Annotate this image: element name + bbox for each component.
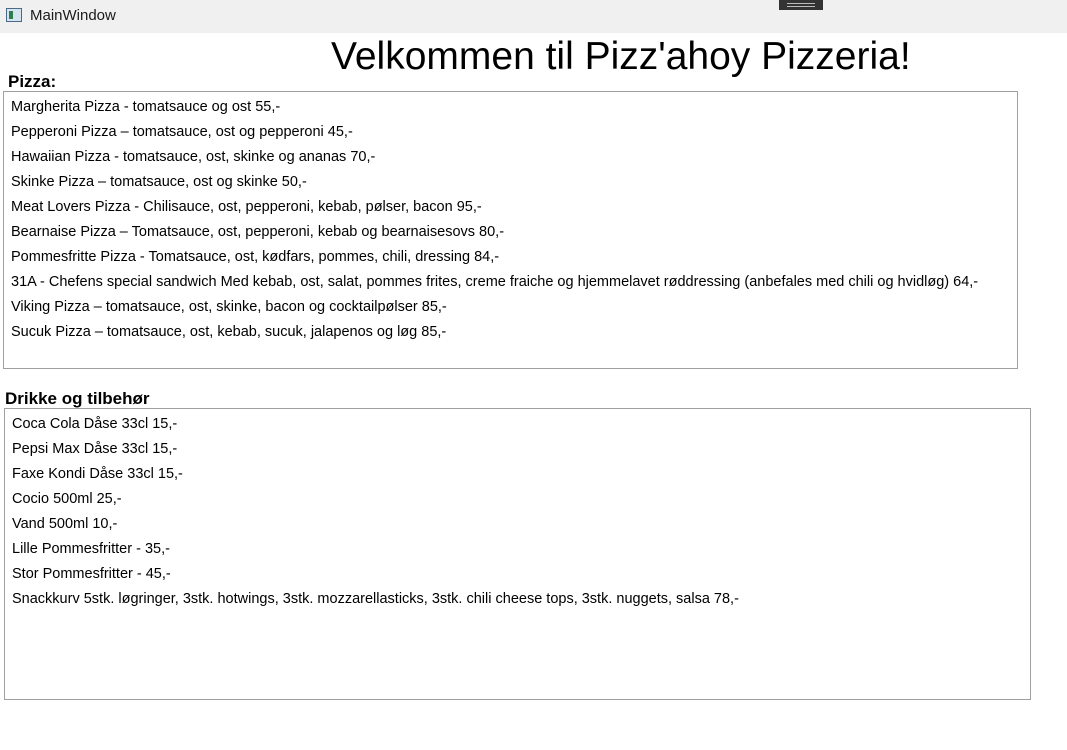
drinks-section-label: Drikke og tilbehør: [5, 389, 150, 408]
list-item[interactable]: Coca Cola Dåse 33cl 15,-: [5, 412, 1030, 437]
list-item[interactable]: Faxe Kondi Dåse 33cl 15,-: [5, 462, 1030, 487]
pizza-section-label: Pizza:: [8, 72, 57, 91]
list-item[interactable]: Lille Pommesfritter - 35,-: [5, 537, 1030, 562]
pizza-listbox[interactable]: Margherita Pizza - tomatsauce og ost 55,…: [3, 91, 1018, 369]
window-title: MainWindow: [30, 7, 116, 24]
list-item[interactable]: Cocio 500ml 25,-: [5, 487, 1030, 512]
drinks-listbox[interactable]: Coca Cola Dåse 33cl 15,- Pepsi Max Dåse …: [4, 408, 1031, 700]
list-item[interactable]: Hawaiian Pizza - tomatsauce, ost, skinke…: [4, 145, 1017, 170]
page-title: Velkommen til Pizz'ahoy Pizzeria!: [331, 35, 911, 78]
app-icon: [6, 8, 22, 22]
list-item[interactable]: Meat Lovers Pizza - Chilisauce, ost, pep…: [4, 195, 1017, 220]
list-item[interactable]: Sucuk Pizza – tomatsauce, ost, kebab, su…: [4, 320, 1017, 345]
list-item[interactable]: Bearnaise Pizza – Tomatsauce, ost, peppe…: [4, 220, 1017, 245]
list-item[interactable]: Vand 500ml 10,-: [5, 512, 1030, 537]
list-item[interactable]: Snackkurv 5stk. løgringer, 3stk. hotwing…: [5, 587, 1030, 612]
drag-handle-icon[interactable]: [779, 0, 823, 10]
title-bar: MainWindow: [0, 0, 1067, 33]
list-item[interactable]: Skinke Pizza – tomatsauce, ost og skinke…: [4, 170, 1017, 195]
list-item[interactable]: Margherita Pizza - tomatsauce og ost 55,…: [4, 95, 1017, 120]
list-item[interactable]: Stor Pommesfritter - 45,-: [5, 562, 1030, 587]
list-item[interactable]: 31A - Chefens special sandwich Med kebab…: [4, 270, 1017, 295]
list-item[interactable]: Pommesfritte Pizza - Tomatsauce, ost, kø…: [4, 245, 1017, 270]
list-item[interactable]: Pepsi Max Dåse 33cl 15,-: [5, 437, 1030, 462]
list-item[interactable]: Pepperoni Pizza – tomatsauce, ost og pep…: [4, 120, 1017, 145]
list-item[interactable]: Viking Pizza – tomatsauce, ost, skinke, …: [4, 295, 1017, 320]
